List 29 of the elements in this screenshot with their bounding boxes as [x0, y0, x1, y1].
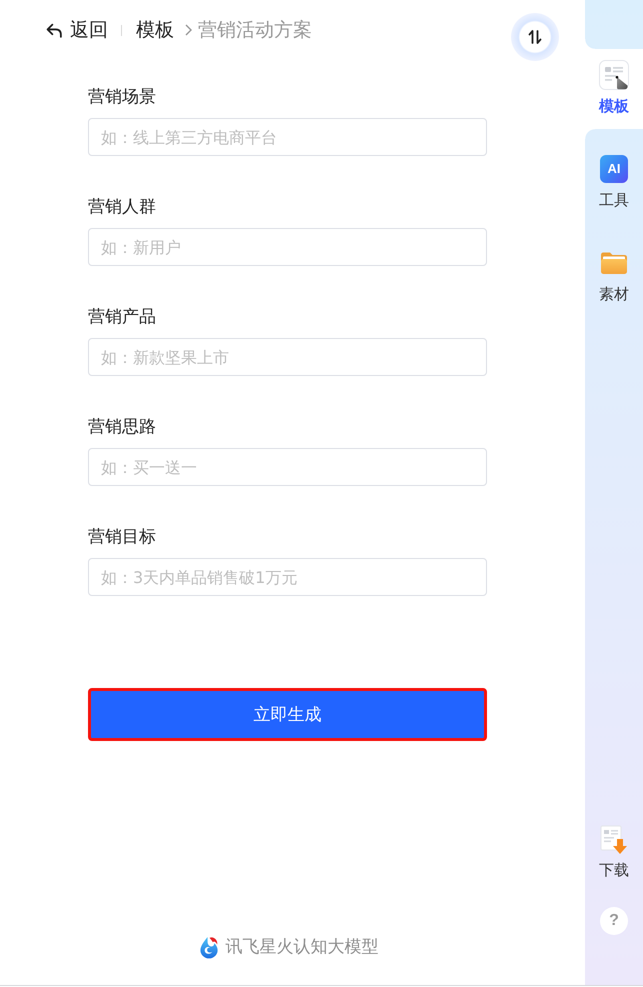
input-field[interactable]: 如：新款坚果上市 — [88, 338, 487, 376]
input-field[interactable]: 如：新用户 — [88, 228, 487, 266]
input-field[interactable]: 如：线上第三方电商平台 — [88, 118, 487, 156]
generate-button[interactable]: 立即生成 — [88, 688, 487, 741]
chevron-icon — [185, 24, 192, 36]
input-field[interactable]: 如：买一送一 — [88, 448, 487, 486]
download-button[interactable]: 下载 — [585, 825, 643, 879]
download-document-icon — [599, 825, 629, 855]
brand-name: 讯飞星火认知大模型 — [226, 936, 378, 958]
field-label: 营销目标 — [88, 526, 157, 548]
tab-label: 素材 — [599, 285, 629, 303]
field-label: 营销人群 — [88, 196, 157, 218]
back-button[interactable]: 返回 — [46, 18, 108, 42]
field-label: 营销产品 — [88, 306, 157, 328]
field-label: 营销思路 — [88, 416, 157, 438]
tab-label: 模板 — [599, 97, 629, 115]
document-icon — [599, 60, 629, 90]
ai-icon: AI — [600, 155, 628, 183]
field-label: 营销场景 — [88, 86, 157, 108]
input-field[interactable]: 如：3天内单品销售破1万元 — [88, 558, 487, 596]
swap-arrows-icon — [527, 29, 543, 45]
sidebar-tab[interactable]: 素材 — [585, 237, 643, 317]
breadcrumb-item: 营销活动方案 — [198, 18, 312, 42]
folder-icon — [600, 251, 628, 275]
tab-label: 工具 — [599, 191, 629, 209]
sidebar-tab[interactable]: AI 工具 — [585, 143, 643, 223]
back-arrow-icon — [46, 22, 63, 38]
switch-button[interactable] — [511, 13, 559, 61]
breadcrumb-item[interactable]: 模板 — [136, 18, 174, 42]
